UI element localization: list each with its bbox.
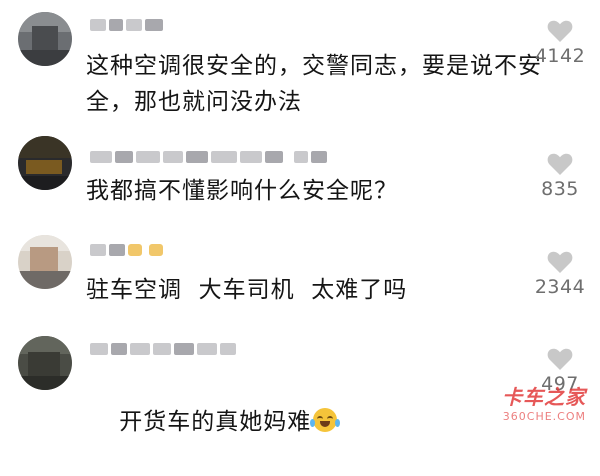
username-blurred[interactable] bbox=[90, 342, 236, 356]
avatar[interactable] bbox=[18, 235, 72, 289]
comment-text: 开货车的真她妈难 bbox=[86, 368, 556, 476]
like-button[interactable]: 4142 bbox=[520, 20, 600, 67]
avatar[interactable] bbox=[18, 136, 72, 190]
heart-icon bbox=[547, 153, 573, 175]
comment-text: 驻车空调 大车司机 太难了吗 bbox=[86, 277, 408, 303]
avatar[interactable] bbox=[18, 12, 72, 66]
comment-text-content: 开货车的真她妈难 bbox=[119, 409, 312, 435]
username-blurred[interactable] bbox=[90, 243, 163, 257]
like-button[interactable]: 2344 bbox=[520, 251, 600, 298]
laughing-crying-emoji bbox=[310, 408, 341, 432]
watermark: 卡车之家 360CHE.COM bbox=[502, 381, 586, 423]
like-count: 835 bbox=[541, 178, 579, 200]
heart-icon bbox=[547, 20, 573, 42]
heart-icon bbox=[547, 251, 573, 273]
watermark-url: 360CHE.COM bbox=[502, 410, 586, 423]
comment-item: 这种空调很安全的，交警同志，要是说不安全，那也就问没办法 4142 bbox=[0, 0, 600, 120]
username-blurred[interactable] bbox=[90, 18, 163, 32]
comment-item: 驻车空调 大车司机 太难了吗 2344 bbox=[0, 225, 600, 330]
like-count: 4142 bbox=[534, 45, 586, 67]
like-count: 2344 bbox=[534, 276, 586, 298]
avatar[interactable] bbox=[18, 336, 72, 390]
heart-icon bbox=[547, 348, 573, 370]
like-button[interactable]: 835 bbox=[520, 153, 600, 200]
comment-item: 我都搞不懂影响什么安全呢？ 835 bbox=[0, 120, 600, 225]
comment-text: 这种空调很安全的，交警同志，要是说不安全，那也就问没办法 bbox=[86, 53, 542, 115]
watermark-logo: 卡车之家 bbox=[502, 385, 586, 409]
comment-text: 我都搞不懂影响什么安全呢？ bbox=[86, 178, 398, 204]
username-blurred[interactable] bbox=[90, 150, 327, 164]
